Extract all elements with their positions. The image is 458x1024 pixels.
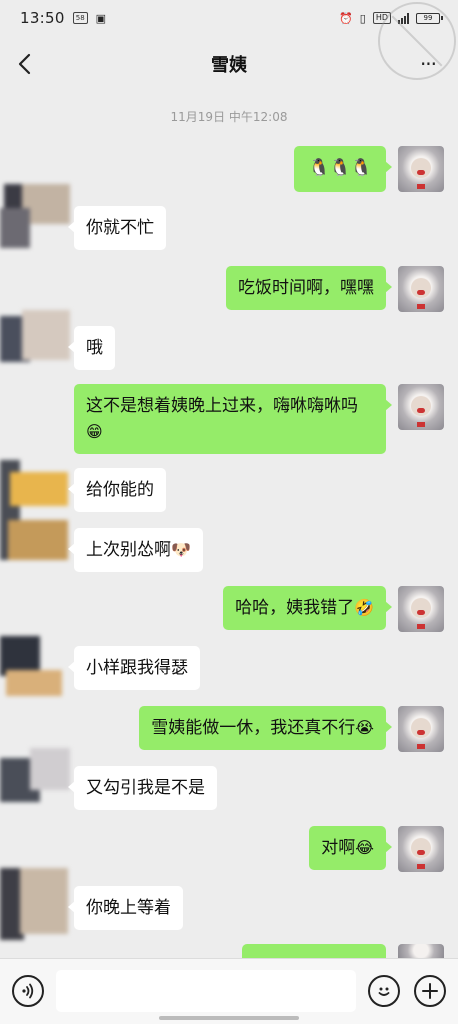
crying-emoji-icon: 😭	[355, 718, 374, 737]
watermark-logo	[378, 2, 456, 80]
message-timestamp: 11月19日 中午12:08	[170, 110, 288, 124]
message-bubble-received[interactable]: 给你能的	[68, 468, 166, 512]
message-text: 你晚上等着	[86, 898, 171, 918]
message-text: 哦	[86, 338, 103, 358]
my-avatar[interactable]	[398, 146, 444, 192]
grin-emoji-icon: 😁	[86, 422, 103, 441]
alarm-icon: ⏰	[339, 11, 353, 25]
message-text: 给你能的	[86, 480, 154, 500]
contact-avatar[interactable]	[0, 450, 70, 580]
message-text: 哈哈，姨我错了	[235, 598, 355, 618]
my-avatar[interactable]	[398, 826, 444, 872]
message-bubble-received[interactable]: 你就不忙	[68, 206, 166, 250]
message-bubble-sent[interactable]: 这不是想着姨晚上过来，嗨咻嗨咻吗 😁	[74, 384, 392, 454]
message-text: 这不是想着姨晚上过来，嗨咻嗨咻吗	[86, 396, 358, 416]
message-bubble-received[interactable]: 你晚上等着	[68, 886, 183, 930]
message-bubble-received[interactable]: 又勾引我是不是	[68, 766, 217, 810]
message-bubble-sent[interactable]: 哈哈，姨我错了🤣	[223, 586, 392, 630]
chevron-left-icon	[18, 53, 31, 75]
voice-icon	[22, 983, 34, 999]
my-avatar[interactable]	[398, 266, 444, 312]
input-bar	[0, 958, 458, 1024]
my-avatar[interactable]	[398, 944, 444, 958]
message-text: 小样跟我得瑟	[86, 658, 188, 678]
contact-avatar[interactable]	[0, 178, 70, 250]
contact-avatar[interactable]	[0, 860, 70, 944]
home-indicator	[159, 1016, 299, 1020]
message-bubble-sent[interactable]: 对啊😂	[309, 826, 392, 870]
chat-title: 雪姨	[211, 55, 247, 76]
my-avatar[interactable]	[398, 586, 444, 632]
rofl-emoji-icon: 🤣	[354, 598, 374, 617]
voice-button[interactable]	[12, 975, 44, 1007]
message-bubble-sent[interactable]: 吃饭时间啊，嘿嘿	[226, 266, 392, 310]
message-bubble-sent[interactable]: 雪姨能做一休，我还真不行😭	[139, 706, 392, 750]
doge-emoji-icon: 🐶	[171, 540, 191, 559]
contact-avatar[interactable]	[0, 306, 70, 378]
contact-avatar[interactable]	[0, 630, 70, 702]
plus-icon	[422, 983, 438, 999]
my-avatar[interactable]	[398, 706, 444, 752]
message-text: 对啊	[321, 838, 356, 858]
message-input[interactable]	[56, 970, 356, 1012]
plus-button[interactable]	[414, 975, 446, 1007]
status-time: 13:50	[20, 9, 65, 27]
message-bubble-received[interactable]: 上次别怂啊🐶	[68, 528, 203, 572]
my-avatar[interactable]	[398, 384, 444, 430]
message-text: 吃饭时间啊，嘿嘿	[238, 278, 374, 298]
message-text: 雪姨能做一休，我还真不行	[151, 718, 356, 738]
app-notification-icon: ▣	[95, 11, 107, 25]
message-text: 又勾引我是不是	[86, 778, 205, 798]
message-bubble-received[interactable]: 哦	[68, 326, 115, 370]
back-button[interactable]	[12, 50, 36, 78]
tears-of-joy-emoji-icon: 😂	[355, 838, 374, 857]
message-text: 上次别怂啊	[86, 540, 171, 560]
message-text: 你就不忙	[86, 218, 154, 238]
vibrate-icon: ▯	[359, 11, 366, 25]
emoji-button[interactable]	[368, 975, 400, 1007]
smiley-icon	[378, 987, 390, 996]
message-bubble-sent[interactable]: 🐧🐧🐧	[294, 146, 392, 192]
notification-badge: 58	[72, 12, 88, 24]
contact-avatar[interactable]	[0, 744, 70, 816]
message-bubble-received[interactable]: 小样跟我得瑟	[68, 646, 200, 690]
message-bubble-sent[interactable]	[242, 944, 392, 971]
penguin-emoji-icon: 🐧🐧🐧	[308, 158, 372, 178]
